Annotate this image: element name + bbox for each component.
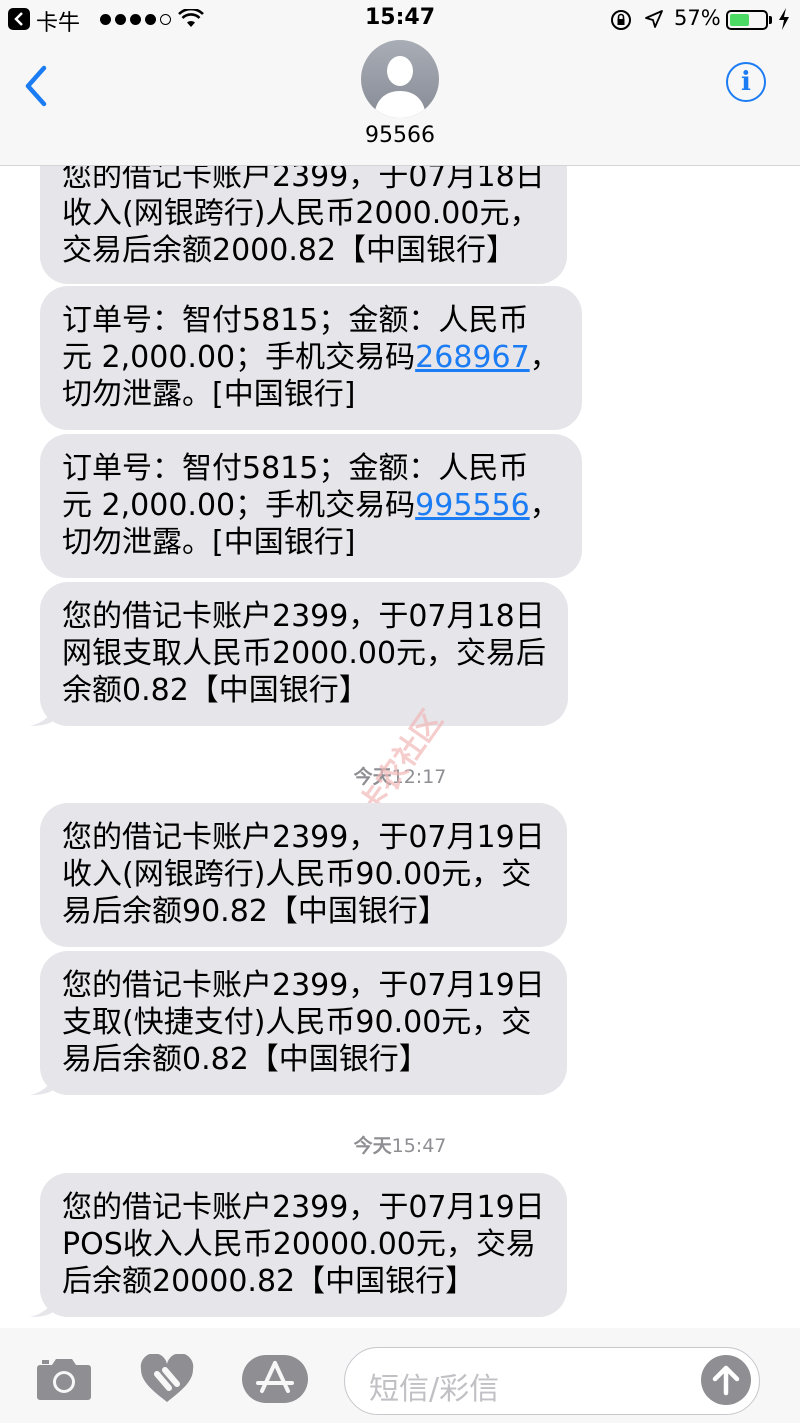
message-text-segment: 您的借记卡账户2399，于07月19日 收入(网银跨行)人民币90.00元，交 …: [62, 820, 545, 929]
battery-percent: 57%: [674, 6, 721, 30]
status-bar: 卡牛 15:47 57%: [0, 0, 800, 40]
timestamp-time: 15:47: [391, 1135, 447, 1157]
message-text-segment: 您的借记卡账户2399，于07月18日 收入(网银跨行)人民币2000.00元，…: [62, 166, 545, 268]
message-list[interactable]: 您的借记卡账户2399，于07月18日 收入(网银跨行)人民币2000.00元，…: [0, 166, 800, 1328]
message-bubble[interactable]: 订单号：智付5815；金额：人民币 元 2,000.00；手机交易码995556…: [40, 434, 582, 578]
conversation-header: 95566 i: [0, 40, 800, 166]
message-bubble[interactable]: 您的借记卡账户2399，于07月19日 POS收入人民币20000.00元，交易…: [30, 1173, 567, 1317]
message-text: 您的借记卡账户2399，于07月18日 收入(网银跨行)人民币2000.00元，…: [62, 166, 545, 268]
heart-hands-icon[interactable]: [139, 1354, 195, 1404]
message-text-segment: 您的借记卡账户2399，于07月18日 网银支取人民币2000.00元，交易后 …: [62, 599, 547, 708]
timestamp-day: 今天: [353, 1135, 392, 1157]
verification-code-link[interactable]: 268967: [415, 340, 530, 375]
arrow-up-icon[interactable]: [701, 1355, 751, 1405]
location-icon: [645, 10, 663, 28]
message-text: 您的借记卡账户2399，于07月19日 支取(快捷支付)人民币90.00元，交 …: [62, 968, 545, 1077]
message-text-segment: 您的借记卡账户2399，于07月19日 POS收入人民币20000.00元，交易…: [62, 1190, 545, 1299]
message-input-bar: 短信/彩信: [0, 1328, 800, 1423]
message-bubble[interactable]: 订单号：智付5815；金额：人民币 元 2,000.00；手机交易码268967…: [40, 286, 582, 430]
message-input[interactable]: 短信/彩信: [344, 1347, 760, 1415]
message-text: 订单号：智付5815；金额：人民币 元 2,000.00；手机交易码995556…: [62, 451, 560, 560]
camera-icon[interactable]: [36, 1357, 92, 1401]
charging-bolt-icon: [779, 8, 789, 30]
message-text: 您的借记卡账户2399，于07月19日 收入(网银跨行)人民币90.00元，交 …: [62, 820, 545, 929]
message-input-placeholder: 短信/彩信: [369, 1372, 500, 1407]
bubble-tail: [30, 704, 54, 726]
message-text: 您的借记卡账户2399，于07月19日 POS收入人民币20000.00元，交易…: [62, 1190, 545, 1299]
chevron-left-icon[interactable]: [20, 64, 52, 108]
message-text-segment: 您的借记卡账户2399，于07月19日 支取(快捷支付)人民币90.00元，交 …: [62, 968, 545, 1077]
bubble-tail: [30, 1295, 54, 1317]
contact-avatar[interactable]: [361, 40, 439, 118]
info-icon[interactable]: i: [726, 62, 766, 102]
message-text: 您的借记卡账户2399，于07月18日 网银支取人民币2000.00元，交易后 …: [62, 599, 546, 708]
message-bubble[interactable]: 您的借记卡账户2399，于07月18日 收入(网银跨行)人民币2000.00元，…: [40, 166, 567, 284]
battery-icon: [726, 10, 768, 30]
contact-name[interactable]: 95566: [0, 123, 800, 148]
message-bubble[interactable]: 您的借记卡账户2399，于07月18日 网银支取人民币2000.00元，交易后 …: [30, 582, 569, 726]
app-store-icon[interactable]: [242, 1355, 308, 1403]
message-text: 订单号：智付5815；金额：人民币 元 2,000.00；手机交易码268967…: [62, 303, 560, 412]
battery-cap: [769, 16, 772, 24]
timestamp: 今天15:47: [0, 1131, 800, 1158]
orientation-lock-icon: [611, 10, 631, 30]
battery-level: [730, 14, 749, 26]
person-silhouette-icon: [374, 56, 426, 118]
message-bubble[interactable]: 您的借记卡账户2399，于07月19日 收入(网银跨行)人民币90.00元，交 …: [40, 803, 567, 947]
message-bubble[interactable]: 您的借记卡账户2399，于07月19日 支取(快捷支付)人民币90.00元，交 …: [30, 951, 567, 1095]
verification-code-link[interactable]: 995556: [415, 488, 530, 523]
bubble-tail: [30, 1073, 54, 1095]
